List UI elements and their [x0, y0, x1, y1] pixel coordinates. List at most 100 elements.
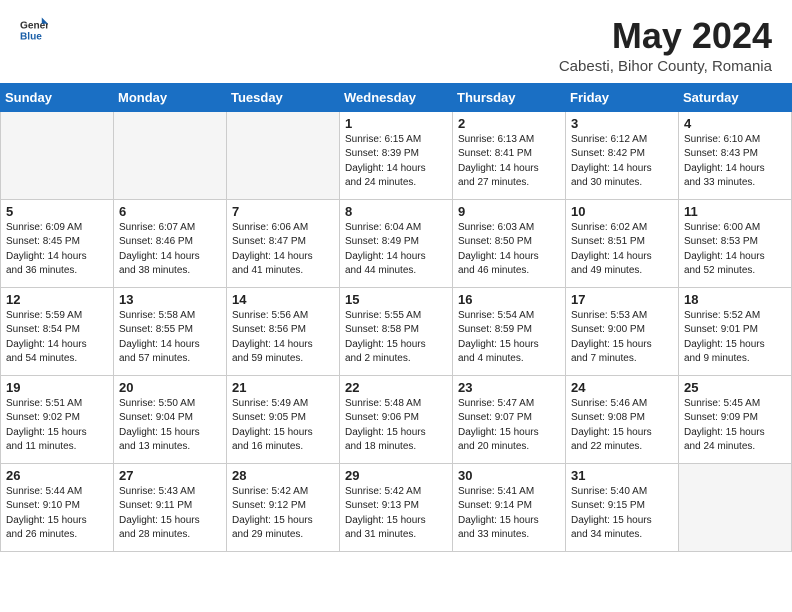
cell-content: Sunrise: 5:50 AMSunset: 9:04 PMDaylight:…	[119, 397, 221, 455]
cell-content: Sunrise: 5:42 AMSunset: 9:12 PMDaylight:…	[232, 485, 334, 543]
day-number: 18	[684, 292, 786, 307]
day-number: 29	[345, 468, 447, 483]
table-cell: 23 Sunrise: 5:47 AMSunset: 9:07 PMDayligh…	[453, 375, 566, 463]
day-number: 30	[458, 468, 560, 483]
day-number: 10	[571, 204, 673, 219]
day-number: 12	[6, 292, 108, 307]
day-number: 2	[458, 116, 560, 131]
table-cell: 24 Sunrise: 5:46 AMSunset: 9:08 PMDayligh…	[566, 375, 679, 463]
calendar-table: Sunday Monday Tuesday Wednesday Thursday…	[0, 83, 792, 552]
week-row-3: 12 Sunrise: 5:59 AMSunset: 8:54 PMDayligh…	[1, 287, 792, 375]
logo: General Blue	[20, 16, 48, 44]
cell-content: Sunrise: 5:53 AMSunset: 9:00 PMDaylight:…	[571, 309, 673, 367]
day-number: 20	[119, 380, 221, 395]
cell-content: Sunrise: 6:04 AMSunset: 8:49 PMDaylight:…	[345, 221, 447, 279]
table-cell: 25 Sunrise: 5:45 AMSunset: 9:09 PMDayligh…	[679, 375, 792, 463]
day-number: 19	[6, 380, 108, 395]
cell-content: Sunrise: 5:52 AMSunset: 9:01 PMDaylight:…	[684, 309, 786, 367]
cell-content: Sunrise: 5:40 AMSunset: 9:15 PMDaylight:…	[571, 485, 673, 543]
table-cell: 12 Sunrise: 5:59 AMSunset: 8:54 PMDayligh…	[1, 287, 114, 375]
table-cell	[679, 463, 792, 551]
day-number: 16	[458, 292, 560, 307]
table-cell: 27 Sunrise: 5:43 AMSunset: 9:11 PMDayligh…	[114, 463, 227, 551]
title-block: May 2024 Cabesti, Bihor County, Romania	[559, 16, 772, 75]
table-cell: 28Sunrise: 5:42 AMSunset: 9:12 PMDayligh…	[227, 463, 340, 551]
cell-content: Sunrise: 5:51 AMSunset: 9:02 PMDaylight:…	[6, 397, 108, 455]
table-cell: 30Sunrise: 5:41 AMSunset: 9:14 PMDayligh…	[453, 463, 566, 551]
table-cell: 20 Sunrise: 5:50 AMSunset: 9:04 PMDayligh…	[114, 375, 227, 463]
cell-content: Sunrise: 5:42 AMSunset: 9:13 PMDaylight:…	[345, 485, 447, 543]
day-number: 11	[684, 204, 786, 219]
day-number: 22	[345, 380, 447, 395]
table-cell	[1, 111, 114, 199]
table-cell: 16 Sunrise: 5:54 AMSunset: 8:59 PMDayligh…	[453, 287, 566, 375]
day-number: 5	[6, 204, 108, 219]
cell-content: Sunrise: 6:09 AMSunset: 8:45 PMDaylight:…	[6, 221, 108, 279]
day-number: 31	[571, 468, 673, 483]
table-cell	[227, 111, 340, 199]
cell-content: Sunrise: 6:00 AMSunset: 8:53 PMDaylight:…	[684, 221, 786, 279]
day-number: 6	[119, 204, 221, 219]
cell-content: Sunrise: 5:45 AMSunset: 9:09 PMDaylight:…	[684, 397, 786, 455]
cell-content: Sunrise: 5:47 AMSunset: 9:07 PMDaylight:…	[458, 397, 560, 455]
day-number: 1	[345, 116, 447, 131]
day-number: 3	[571, 116, 673, 131]
table-cell: 15 Sunrise: 5:55 AMSunset: 8:58 PMDayligh…	[340, 287, 453, 375]
table-cell: 10 Sunrise: 6:02 AMSunset: 8:51 PMDayligh…	[566, 199, 679, 287]
day-number: 4	[684, 116, 786, 131]
day-number: 8	[345, 204, 447, 219]
day-number: 21	[232, 380, 334, 395]
table-cell: 6 Sunrise: 6:07 AMSunset: 8:46 PMDaylight…	[114, 199, 227, 287]
cell-content: Sunrise: 5:49 AMSunset: 9:05 PMDaylight:…	[232, 397, 334, 455]
day-number: 26	[6, 468, 108, 483]
cell-content: Sunrise: 5:59 AMSunset: 8:54 PMDaylight:…	[6, 309, 108, 367]
cell-content: Sunrise: 6:07 AMSunset: 8:46 PMDaylight:…	[119, 221, 221, 279]
cell-content: Sunrise: 5:56 AMSunset: 8:56 PMDaylight:…	[232, 309, 334, 367]
location-subtitle: Cabesti, Bihor County, Romania	[559, 58, 772, 75]
table-cell: 13 Sunrise: 5:58 AMSunset: 8:55 PMDayligh…	[114, 287, 227, 375]
day-number: 7	[232, 204, 334, 219]
table-cell: 31 Sunrise: 5:40 AMSunset: 9:15 PMDayligh…	[566, 463, 679, 551]
table-cell: 26 Sunrise: 5:44 AMSunset: 9:10 PMDayligh…	[1, 463, 114, 551]
header-sunday: Sunday	[1, 83, 114, 111]
header: General Blue May 2024 Cabesti, Bihor Cou…	[0, 0, 792, 83]
cell-content: Sunrise: 5:58 AMSunset: 8:55 PMDaylight:…	[119, 309, 221, 367]
header-wednesday: Wednesday	[340, 83, 453, 111]
day-number: 9	[458, 204, 560, 219]
day-number: 13	[119, 292, 221, 307]
header-saturday: Saturday	[679, 83, 792, 111]
week-row-4: 19 Sunrise: 5:51 AMSunset: 9:02 PMDayligh…	[1, 375, 792, 463]
svg-text:Blue: Blue	[20, 31, 42, 42]
day-number: 25	[684, 380, 786, 395]
table-cell: 1 Sunrise: 6:15 AMSunset: 8:39 PMDaylight…	[340, 111, 453, 199]
cell-content: Sunrise: 6:02 AMSunset: 8:51 PMDaylight:…	[571, 221, 673, 279]
cell-content: Sunrise: 5:46 AMSunset: 9:08 PMDaylight:…	[571, 397, 673, 455]
table-cell: 9Sunrise: 6:03 AMSunset: 8:50 PMDaylight…	[453, 199, 566, 287]
table-cell	[114, 111, 227, 199]
day-number: 23	[458, 380, 560, 395]
day-number: 27	[119, 468, 221, 483]
cell-content: Sunrise: 5:48 AMSunset: 9:06 PMDaylight:…	[345, 397, 447, 455]
cell-content: Sunrise: 6:15 AMSunset: 8:39 PMDaylight:…	[345, 133, 447, 191]
cell-content: Sunrise: 5:44 AMSunset: 9:10 PMDaylight:…	[6, 485, 108, 543]
table-cell: 29 Sunrise: 5:42 AMSunset: 9:13 PMDayligh…	[340, 463, 453, 551]
cell-content: Sunrise: 6:13 AMSunset: 8:41 PMDaylight:…	[458, 133, 560, 191]
day-number: 24	[571, 380, 673, 395]
table-cell: 21 Sunrise: 5:49 AMSunset: 9:05 PMDayligh…	[227, 375, 340, 463]
cell-content: Sunrise: 5:55 AMSunset: 8:58 PMDaylight:…	[345, 309, 447, 367]
logo-icon: General Blue	[20, 16, 48, 44]
table-cell: 17Sunrise: 5:53 AMSunset: 9:00 PMDayligh…	[566, 287, 679, 375]
header-tuesday: Tuesday	[227, 83, 340, 111]
week-row-2: 5 Sunrise: 6:09 AMSunset: 8:45 PMDaylight…	[1, 199, 792, 287]
cell-content: Sunrise: 6:10 AMSunset: 8:43 PMDaylight:…	[684, 133, 786, 191]
header-friday: Friday	[566, 83, 679, 111]
table-cell: 19 Sunrise: 5:51 AMSunset: 9:02 PMDayligh…	[1, 375, 114, 463]
cell-content: Sunrise: 5:54 AMSunset: 8:59 PMDaylight:…	[458, 309, 560, 367]
header-thursday: Thursday	[453, 83, 566, 111]
cell-content: Sunrise: 6:12 AMSunset: 8:42 PMDaylight:…	[571, 133, 673, 191]
table-cell: 8 Sunrise: 6:04 AMSunset: 8:49 PMDaylight…	[340, 199, 453, 287]
table-cell: 7 Sunrise: 6:06 AMSunset: 8:47 PMDaylight…	[227, 199, 340, 287]
day-number: 15	[345, 292, 447, 307]
cell-content: Sunrise: 5:43 AMSunset: 9:11 PMDaylight:…	[119, 485, 221, 543]
cell-content: Sunrise: 6:06 AMSunset: 8:47 PMDaylight:…	[232, 221, 334, 279]
